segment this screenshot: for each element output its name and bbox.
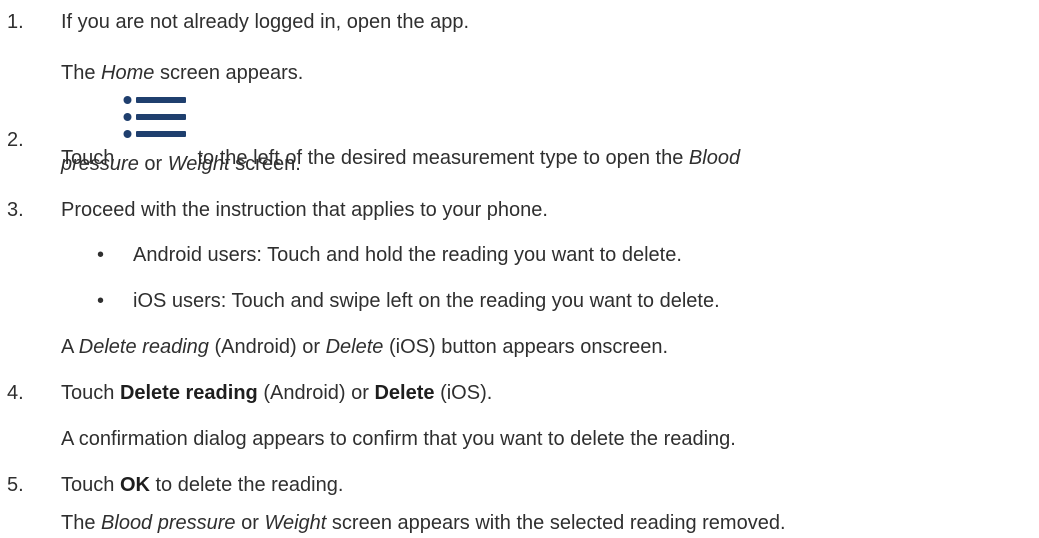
ok-label: OK xyxy=(119,474,150,496)
step-1-note: The Home screen appears. xyxy=(61,62,304,84)
step-4-text: Touch Delete reading (Android) or Delete… xyxy=(61,382,493,404)
bullet-dot: • xyxy=(97,244,105,266)
bullet-ios: iOS users: Touch and swipe left on the r… xyxy=(133,290,720,312)
step-3-text: Proceed with the instruction that applie… xyxy=(61,199,548,221)
bullet-dot: • xyxy=(97,290,105,312)
step-5-number: 5. xyxy=(7,474,24,496)
step-2-line-2: pressure or Weight screen. xyxy=(61,153,301,175)
instruction-document: 1. If you are not already logged in, ope… xyxy=(0,0,1039,538)
weight-term: Weight xyxy=(167,153,230,175)
step-1-number: 1. xyxy=(7,11,24,33)
step-1-text: If you are not already logged in, open t… xyxy=(61,11,470,33)
step-3-number: 3. xyxy=(7,199,24,221)
delete-label: Delete xyxy=(374,382,435,404)
step-2-line-1: Touch to the left of the desired measure… xyxy=(61,88,740,169)
home-screen-term: Home xyxy=(101,62,155,84)
bullet-android: Android users: Touch and hold the readin… xyxy=(133,244,682,266)
delete-reading-label: Delete reading xyxy=(119,382,258,404)
step-5-text: Touch OK to delete the reading. xyxy=(61,474,344,496)
step-4-number: 4. xyxy=(7,382,24,404)
step-2-number: 2. xyxy=(7,129,24,151)
step-5-note: The Blood pressure or Weight screen appe… xyxy=(61,512,786,534)
step-4-note: A confirmation dialog appears to confirm… xyxy=(61,428,736,450)
menu-list-icon xyxy=(122,90,190,146)
blood-pressure-term: Blood xyxy=(688,147,741,169)
step-3-note: A Delete reading (Android) or Delete (iO… xyxy=(61,336,669,358)
